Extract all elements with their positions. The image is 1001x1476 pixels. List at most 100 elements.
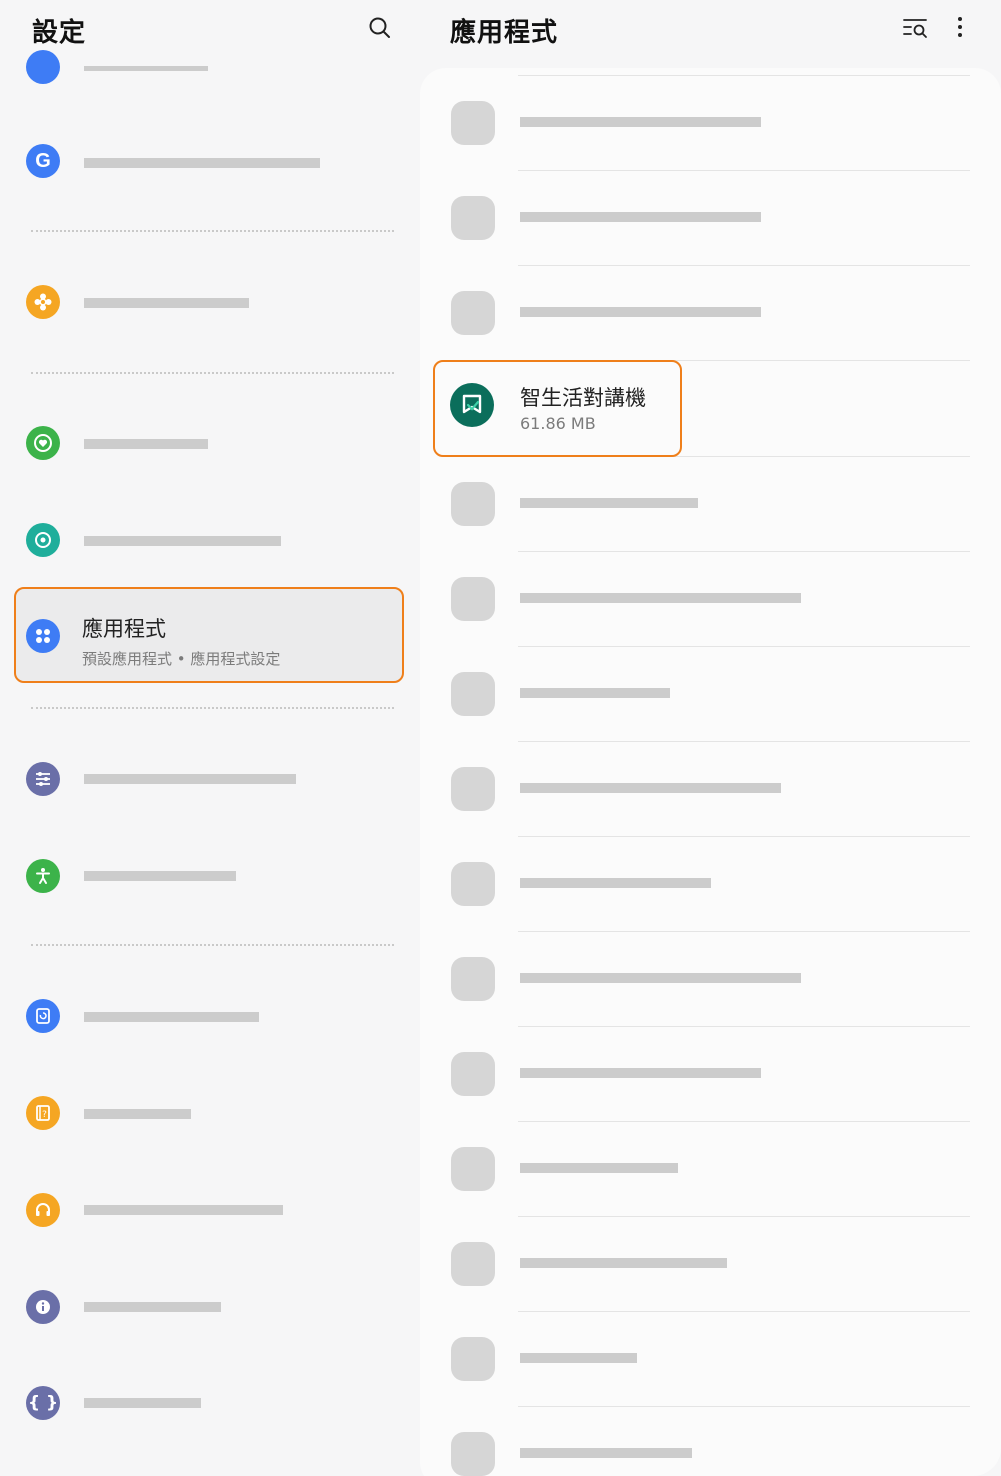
app-icon-placeholder [451,1432,495,1476]
app-row[interactable] [420,1027,1001,1122]
settings-item-device-care[interactable] [18,493,404,587]
settings-item-advanced[interactable] [18,255,404,349]
accessibility-icon [26,859,60,893]
apps-grid-icon [26,619,60,653]
gear-flower-icon [26,285,60,319]
info-icon [26,1290,60,1324]
sliders-icon [26,762,60,796]
apps-subtitle: 預設應用程式 • 應用程式設定 [82,650,281,668]
tips-icon: ? [26,1096,60,1130]
app-icon-placeholder [451,1052,495,1096]
placeholder-bar [520,593,801,603]
partial-icon [26,50,60,84]
apps-list [420,68,1001,1476]
app-icon-placeholder [451,767,495,811]
placeholder-bar [520,212,761,222]
more-options-button[interactable] [944,12,976,44]
placeholder-bar [84,536,281,546]
app-row[interactable] [420,742,1001,837]
app-icon-placeholder [451,101,495,145]
app-icon-placeholder [451,862,495,906]
sync-icon [26,999,60,1033]
search-list-button[interactable] [900,12,932,44]
divider [31,707,394,709]
settings-item-wellbeing[interactable] [18,396,404,490]
settings-item-tips[interactable]: ? [18,1066,404,1160]
app-row[interactable] [420,932,1001,1027]
intercom-app-icon [450,383,494,427]
placeholder-bar [84,1205,283,1215]
apps-label: 應用程式 [82,617,166,641]
google-icon: G [26,144,60,178]
app-icon-placeholder [451,1147,495,1191]
placeholder-bar [84,871,236,881]
placeholder-bar [520,307,761,317]
placeholder-bar [84,298,249,308]
placeholder-bar [84,1109,191,1119]
placeholder-bar [520,1258,727,1268]
settings-list-pane: 設定 設定 G [0,0,420,1476]
app-icon-placeholder [451,196,495,240]
app-icon-placeholder [451,957,495,1001]
more-vert-icon [958,17,962,37]
heart-ring-icon [26,426,60,460]
settings-item-support[interactable] [18,1163,404,1257]
settings-item-general[interactable] [18,732,404,826]
placeholder-bar [520,1448,692,1458]
placeholder-bar [84,774,296,784]
app-row[interactable] [420,647,1001,742]
placeholder-bar [84,1012,259,1022]
divider [31,372,394,374]
divider [31,230,394,232]
settings-item-accessibility[interactable] [18,829,404,923]
app-row[interactable] [420,552,1001,647]
settings-item-apps[interactable]: 應用程式 預設應用程式 • 應用程式設定 [14,587,404,683]
braces-icon: { } [26,1386,60,1420]
placeholder-bar [520,1068,761,1078]
app-icon-placeholder [451,672,495,716]
app-row[interactable] [420,1122,1001,1217]
apps-page-title: 應用程式 [450,18,559,48]
placeholder-bar [84,439,208,449]
app-row[interactable] [420,76,1001,171]
settings-item-google[interactable]: G [18,114,404,208]
app-row[interactable] [420,266,1001,361]
placeholder-bar [520,1353,637,1363]
search-list-icon [903,19,927,38]
settings-item-update[interactable] [18,969,404,1063]
headset-icon [26,1193,60,1227]
app-row[interactable] [420,837,1001,932]
placeholder-bar [520,878,711,888]
placeholder-bar [520,688,670,698]
placeholder-bar [520,117,761,127]
svg-text:?: ? [42,1110,47,1120]
app-icon-placeholder [451,482,495,526]
placeholder-bar [84,66,208,71]
settings-window: 設定 設定 G [0,0,1001,1476]
placeholder-bar [84,158,320,168]
placeholder-bar [520,1163,678,1173]
placeholder-bar [520,973,801,983]
app-row[interactable] [420,1312,1001,1407]
search-button-top[interactable] [364,12,396,44]
app-size: 61.86 MB [520,414,596,433]
app-row[interactable] [420,1217,1001,1312]
app-row[interactable] [420,1407,1001,1476]
placeholder-bar [84,1302,221,1312]
page-title-shadow: 設定 [32,18,87,48]
search-icon [369,17,390,38]
app-icon-placeholder [451,1337,495,1381]
settings-item-developer[interactable]: { } [18,1356,404,1450]
placeholder-bar [520,498,698,508]
backup-restore-icon [26,523,60,557]
app-icon-placeholder [451,1242,495,1286]
app-icon-placeholder [451,577,495,621]
app-row[interactable] [420,171,1001,266]
settings-item-about[interactable] [18,1260,404,1354]
divider [31,944,394,946]
app-name: 智生活對講機 [520,386,646,410]
app-row[interactable] [420,457,1001,552]
app-icon-placeholder [451,291,495,335]
placeholder-bar [520,783,781,793]
placeholder-bar [84,1398,201,1408]
